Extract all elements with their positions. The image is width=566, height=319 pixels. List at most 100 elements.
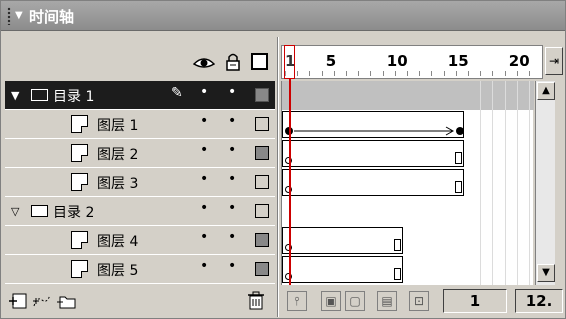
layer-row[interactable]: 图层 3 • • — [5, 168, 275, 197]
outline-color-swatch[interactable] — [255, 204, 269, 218]
ruler-tick — [468, 71, 469, 76]
frame-row[interactable] — [282, 226, 534, 255]
outline-color-swatch[interactable] — [255, 233, 269, 247]
expand-triangle-icon[interactable]: ▽ — [11, 205, 19, 218]
frame-rate-field: 12. — [515, 289, 563, 313]
layer-icon — [71, 260, 88, 278]
outline-color-swatch[interactable] — [255, 262, 269, 276]
frame-row[interactable] — [282, 81, 534, 110]
folder-name: 目录 1 — [53, 89, 95, 105]
lock-dot[interactable]: • — [228, 200, 236, 216]
onion-skin-outlines-icon[interactable]: ▢ — [345, 291, 365, 311]
edit-multiple-frames-icon[interactable]: ▤ — [377, 291, 397, 311]
lock-dot[interactable]: • — [228, 142, 236, 158]
collapse-arrow-icon[interactable]: ▼ — [15, 10, 23, 21]
add-guide-layer-icon[interactable] — [31, 291, 53, 311]
folder-name: 目录 2 — [53, 205, 95, 221]
scroll-down-icon[interactable]: ▼ — [537, 264, 555, 282]
lock-dot[interactable]: • — [228, 258, 236, 274]
layer-icon — [71, 231, 88, 249]
visibility-dot[interactable]: • — [200, 200, 208, 216]
ruler-tick — [443, 71, 445, 76]
frame-row[interactable] — [282, 139, 534, 168]
visibility-dot[interactable]: • — [200, 113, 208, 129]
lock-dot[interactable]: • — [228, 113, 236, 129]
layer-icon — [71, 144, 88, 162]
end-frame-marker[interactable] — [455, 181, 462, 193]
lock-dot[interactable]: • — [228, 171, 236, 187]
ruler-tick — [480, 71, 482, 76]
frame-row[interactable] — [282, 110, 534, 139]
layer-row[interactable]: 图层 2 • • — [5, 139, 275, 168]
layer-icon — [71, 173, 88, 191]
frame-ruler[interactable]: 1 5 10 15 20 — [281, 45, 543, 79]
panel-titlebar[interactable]: ▼ 时间轴 — [1, 1, 565, 31]
expand-triangle-icon[interactable]: ▼ — [11, 89, 19, 102]
ruler-tick — [407, 71, 408, 76]
center-frame-icon[interactable]: ⇥ — [545, 47, 563, 75]
tween-arrow — [294, 126, 455, 136]
frame-gridline — [492, 81, 494, 285]
visibility-dot[interactable]: • — [200, 171, 208, 187]
center-frame-button[interactable]: ⫯ — [287, 291, 307, 311]
layer-name: 图层 1 — [97, 118, 139, 134]
visibility-dot[interactable]: • — [200, 142, 208, 158]
ruler-tick — [333, 71, 335, 76]
folder-icon — [31, 89, 48, 101]
ruler-tick — [321, 71, 323, 76]
layer-name: 图层 3 — [97, 176, 139, 192]
outline-color-swatch[interactable] — [255, 117, 269, 131]
playhead[interactable] — [284, 45, 295, 79]
outline-color-swatch[interactable] — [255, 175, 269, 189]
scroll-up-icon[interactable]: ▲ — [537, 82, 555, 100]
ruler-label: 15 — [447, 52, 469, 70]
lock-icon[interactable] — [225, 52, 241, 72]
frame-gridline — [504, 81, 506, 285]
frame-row[interactable] — [282, 255, 534, 284]
modify-onion-markers-icon[interactable]: ⊡ — [409, 291, 429, 311]
insert-layer-icon[interactable] — [7, 291, 29, 311]
folder-row[interactable]: ▼ 目录 1 ✎ • • — [5, 81, 275, 110]
eye-icon[interactable] — [193, 54, 215, 70]
frame-span[interactable] — [282, 227, 403, 254]
frame-grid[interactable] — [281, 81, 534, 285]
end-frame-marker[interactable] — [394, 239, 401, 251]
layer-name: 图层 4 — [97, 234, 139, 250]
insert-folder-icon[interactable] — [55, 291, 77, 311]
onion-skin-icon[interactable]: ▣ — [321, 291, 341, 311]
visibility-dot[interactable]: • — [200, 229, 208, 245]
vertical-scrollbar[interactable]: ▲ ▼ — [535, 81, 555, 285]
end-frame-marker[interactable] — [455, 152, 462, 164]
frame-gridline — [529, 81, 530, 285]
lock-dot[interactable]: • — [228, 229, 236, 245]
ruler-label: 5 — [325, 52, 337, 70]
visibility-dot[interactable]: • — [200, 84, 208, 100]
panel-divider[interactable] — [277, 37, 279, 317]
visibility-dot[interactable]: • — [200, 258, 208, 274]
lock-dot[interactable]: • — [228, 84, 236, 100]
ruler-tick — [504, 71, 506, 76]
frame-span[interactable] — [282, 169, 464, 196]
layer-toolbar — [5, 287, 275, 315]
ruler-label: 10 — [386, 52, 408, 70]
frame-row[interactable] — [282, 197, 534, 226]
frame-span[interactable] — [282, 256, 403, 283]
frame-span[interactable] — [282, 140, 464, 167]
frame-row[interactable] — [282, 168, 534, 197]
end-frame-marker[interactable] — [394, 268, 401, 280]
folder-row[interactable]: ▽ 目录 2 • • — [5, 197, 275, 226]
outline-color-swatch[interactable] — [255, 88, 269, 102]
layer-header — [5, 45, 275, 81]
layer-row[interactable]: 图层 5 • • — [5, 255, 275, 284]
layer-list: ▼ 目录 1 ✎ • • 图层 1 • • 图层 2 • • 图层 3 • • ▽ 目录 2 • • 图层 4 • • 图… — [5, 81, 275, 284]
trash-icon[interactable] — [247, 291, 265, 311]
layer-row[interactable]: 图层 1 • • — [5, 110, 275, 139]
outline-color-swatch[interactable] — [255, 146, 269, 160]
timeline-panel: ▼ 时间轴 ▼ 目录 1 ✎ • • 图层 1 • • 图层 2 • • 图层 3 • • ▽ 目录 2 • • 图… — [0, 0, 566, 319]
outline-icon[interactable] — [251, 53, 268, 70]
layer-row[interactable]: 图层 4 • • — [5, 226, 275, 255]
ruler-tick — [431, 71, 433, 76]
drag-grip-icon[interactable] — [7, 7, 11, 25]
folder-icon — [31, 205, 48, 217]
layer-name: 图层 2 — [97, 147, 139, 163]
